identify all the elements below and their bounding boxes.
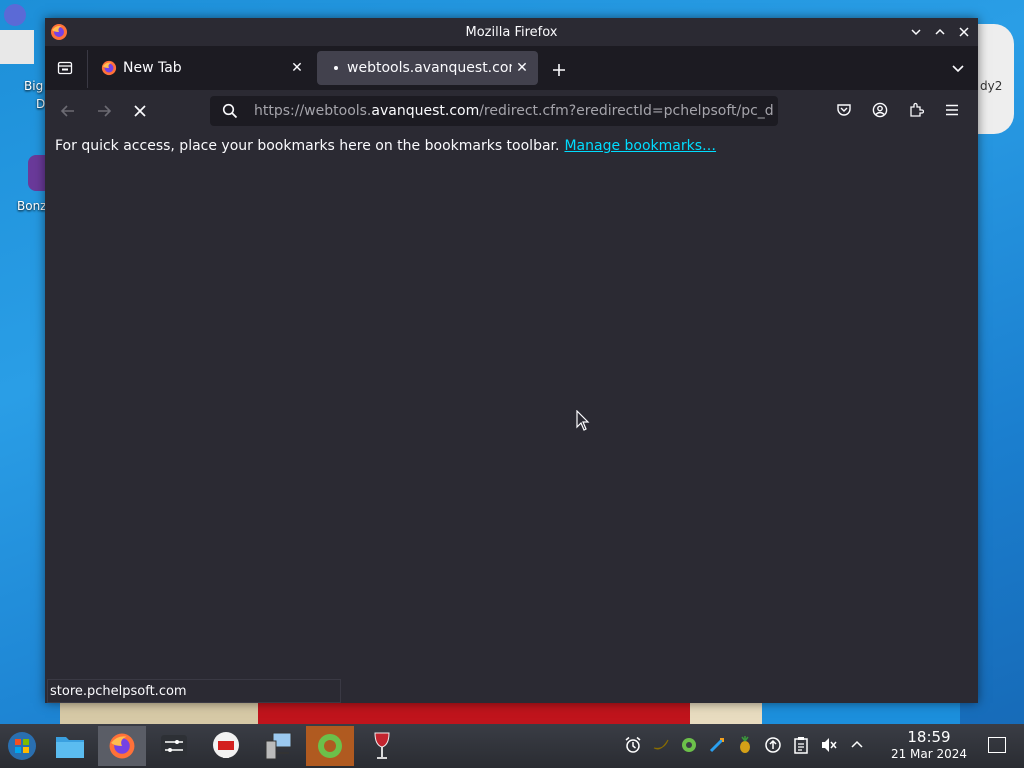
desktop-wallpaper-strip <box>60 703 960 724</box>
title-bar[interactable]: Mozilla Firefox <box>45 18 978 46</box>
desktop-label: Bonz <box>17 199 47 213</box>
close-tab-button[interactable]: ✕ <box>512 58 532 78</box>
recycle-tray-icon[interactable] <box>678 734 700 756</box>
bookmarks-message: For quick access, place your bookmarks h… <box>55 138 560 154</box>
settings-taskbar-icon[interactable] <box>150 726 198 766</box>
clipboard-icon[interactable] <box>790 734 812 756</box>
taskbar: 18:59 21 Mar 2024 <box>0 724 1024 768</box>
firefox-view-button[interactable] <box>51 56 79 80</box>
desktop-app-icon[interactable] <box>4 4 26 26</box>
window-title: Mozilla Firefox <box>465 24 558 40</box>
banana-icon[interactable] <box>650 734 672 756</box>
tab-title: New Tab <box>123 60 182 76</box>
tab-new-tab[interactable]: New Tab ✕ <box>93 51 313 85</box>
wine-glass-icon[interactable] <box>358 726 406 766</box>
nav-bar: https://webtools.avanquest.com/redirect.… <box>45 90 978 130</box>
desktop-label: Big <box>24 79 44 93</box>
search-icon <box>220 101 240 121</box>
manage-bookmarks-link[interactable]: Manage bookmarks… <box>564 138 716 154</box>
url-prefix: https://webtools. <box>254 103 372 119</box>
network-status-icon[interactable] <box>762 734 784 756</box>
back-button[interactable] <box>55 98 81 124</box>
network-computer-icon[interactable] <box>254 726 302 766</box>
list-all-tabs-button[interactable] <box>948 58 968 78</box>
desktop-icon-image[interactable] <box>0 30 34 64</box>
desktop-label: D <box>36 97 46 111</box>
bonzi-icon[interactable] <box>28 155 46 191</box>
maximize-button[interactable] <box>932 24 948 40</box>
tab-webtools[interactable]: webtools.avanquest.com ✕ <box>317 51 538 85</box>
pocket-icon[interactable] <box>832 98 856 122</box>
menu-icon[interactable] <box>940 98 964 122</box>
firefox-icon <box>50 23 68 41</box>
extensions-icon[interactable] <box>904 98 928 122</box>
mouse-cursor-icon <box>576 409 590 436</box>
firefox-taskbar-icon[interactable] <box>98 726 146 766</box>
url-suffix: /redirect.cfm?eredirectId=pchelpsoft/pc_… <box>479 103 774 119</box>
tab-title: webtools.avanquest.com <box>347 60 512 76</box>
alarm-icon[interactable] <box>622 734 644 756</box>
account-icon[interactable] <box>868 98 892 122</box>
stop-loading-button[interactable] <box>127 98 153 124</box>
firefox-window: Mozilla Firefox New Tab ✕ webtools.avanq… <box>45 18 978 703</box>
file-manager-icon[interactable] <box>46 726 94 766</box>
clock-date: 21 Mar 2024 <box>890 747 968 761</box>
close-window-button[interactable] <box>956 24 972 40</box>
bookmarks-toolbar: For quick access, place your bookmarks h… <box>45 130 978 163</box>
update-icon[interactable] <box>706 734 728 756</box>
tab-separator <box>87 50 88 88</box>
firefox-icon <box>101 60 117 76</box>
url-host: avanquest.com <box>371 103 480 119</box>
pineapple-icon[interactable] <box>734 734 756 756</box>
start-menu-button[interactable] <box>2 726 42 766</box>
tab-bar: New Tab ✕ webtools.avanquest.com ✕ <box>45 46 978 90</box>
system-tray <box>622 734 868 756</box>
forward-button[interactable] <box>91 98 117 124</box>
clock[interactable]: 18:59 21 Mar 2024 <box>888 729 970 762</box>
url-bar[interactable]: https://webtools.avanquest.com/redirect.… <box>210 96 778 126</box>
volume-muted-icon[interactable] <box>818 734 840 756</box>
minimize-button[interactable] <box>908 24 924 40</box>
notifications-icon[interactable] <box>988 737 1006 753</box>
show-hidden-icons-button[interactable] <box>846 734 868 756</box>
close-tab-button[interactable]: ✕ <box>287 58 307 78</box>
page-content[interactable]: store.pchelpsoft.com <box>45 161 978 703</box>
new-tab-button[interactable] <box>547 58 571 82</box>
video-downloader-icon[interactable] <box>202 726 250 766</box>
clock-time: 18:59 <box>907 728 951 746</box>
desktop-label: dy2 <box>980 79 1003 93</box>
recycle-app-icon[interactable] <box>306 726 354 766</box>
loading-dot-icon <box>325 60 341 76</box>
status-panel: store.pchelpsoft.com <box>47 679 341 703</box>
url-text[interactable]: https://webtools.avanquest.com/redirect.… <box>254 103 778 119</box>
